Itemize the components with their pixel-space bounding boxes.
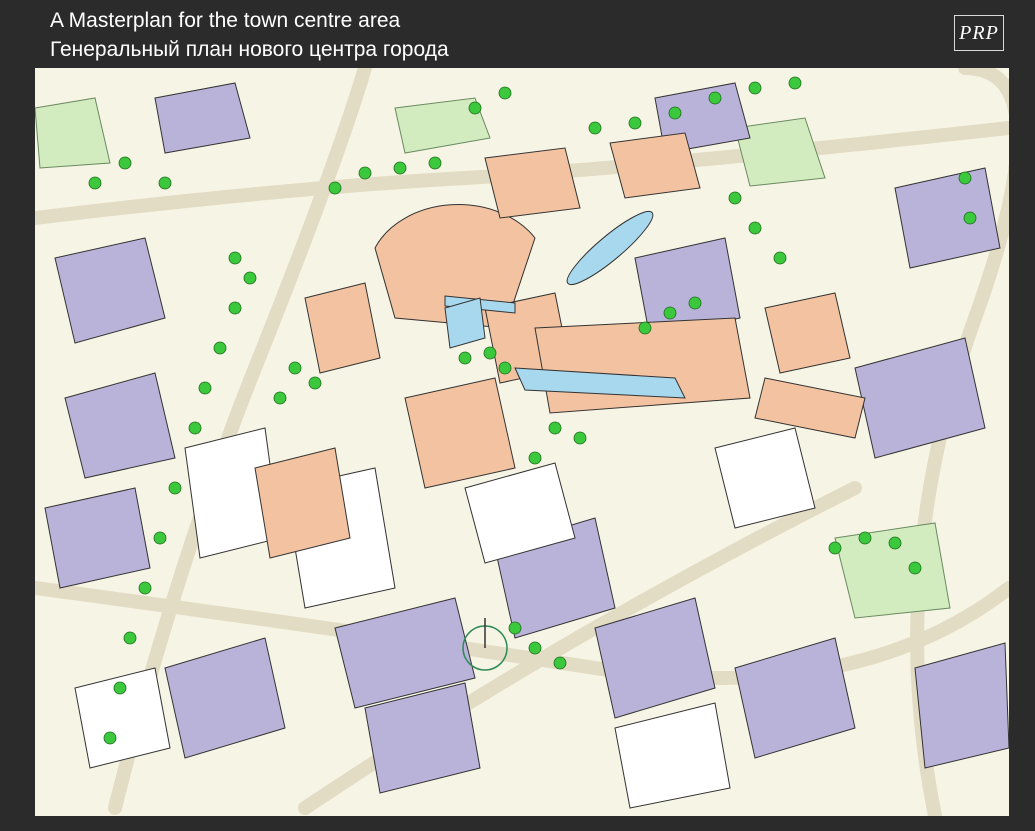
prp-logo: PRP — [954, 15, 1004, 51]
title-block: A Masterplan for the town centre area Ге… — [50, 6, 449, 64]
title-english: A Masterplan for the town centre area — [50, 9, 401, 32]
title-russian: Генеральный план нового центра города — [50, 38, 449, 61]
masterplan-illustration — [35, 68, 1009, 816]
